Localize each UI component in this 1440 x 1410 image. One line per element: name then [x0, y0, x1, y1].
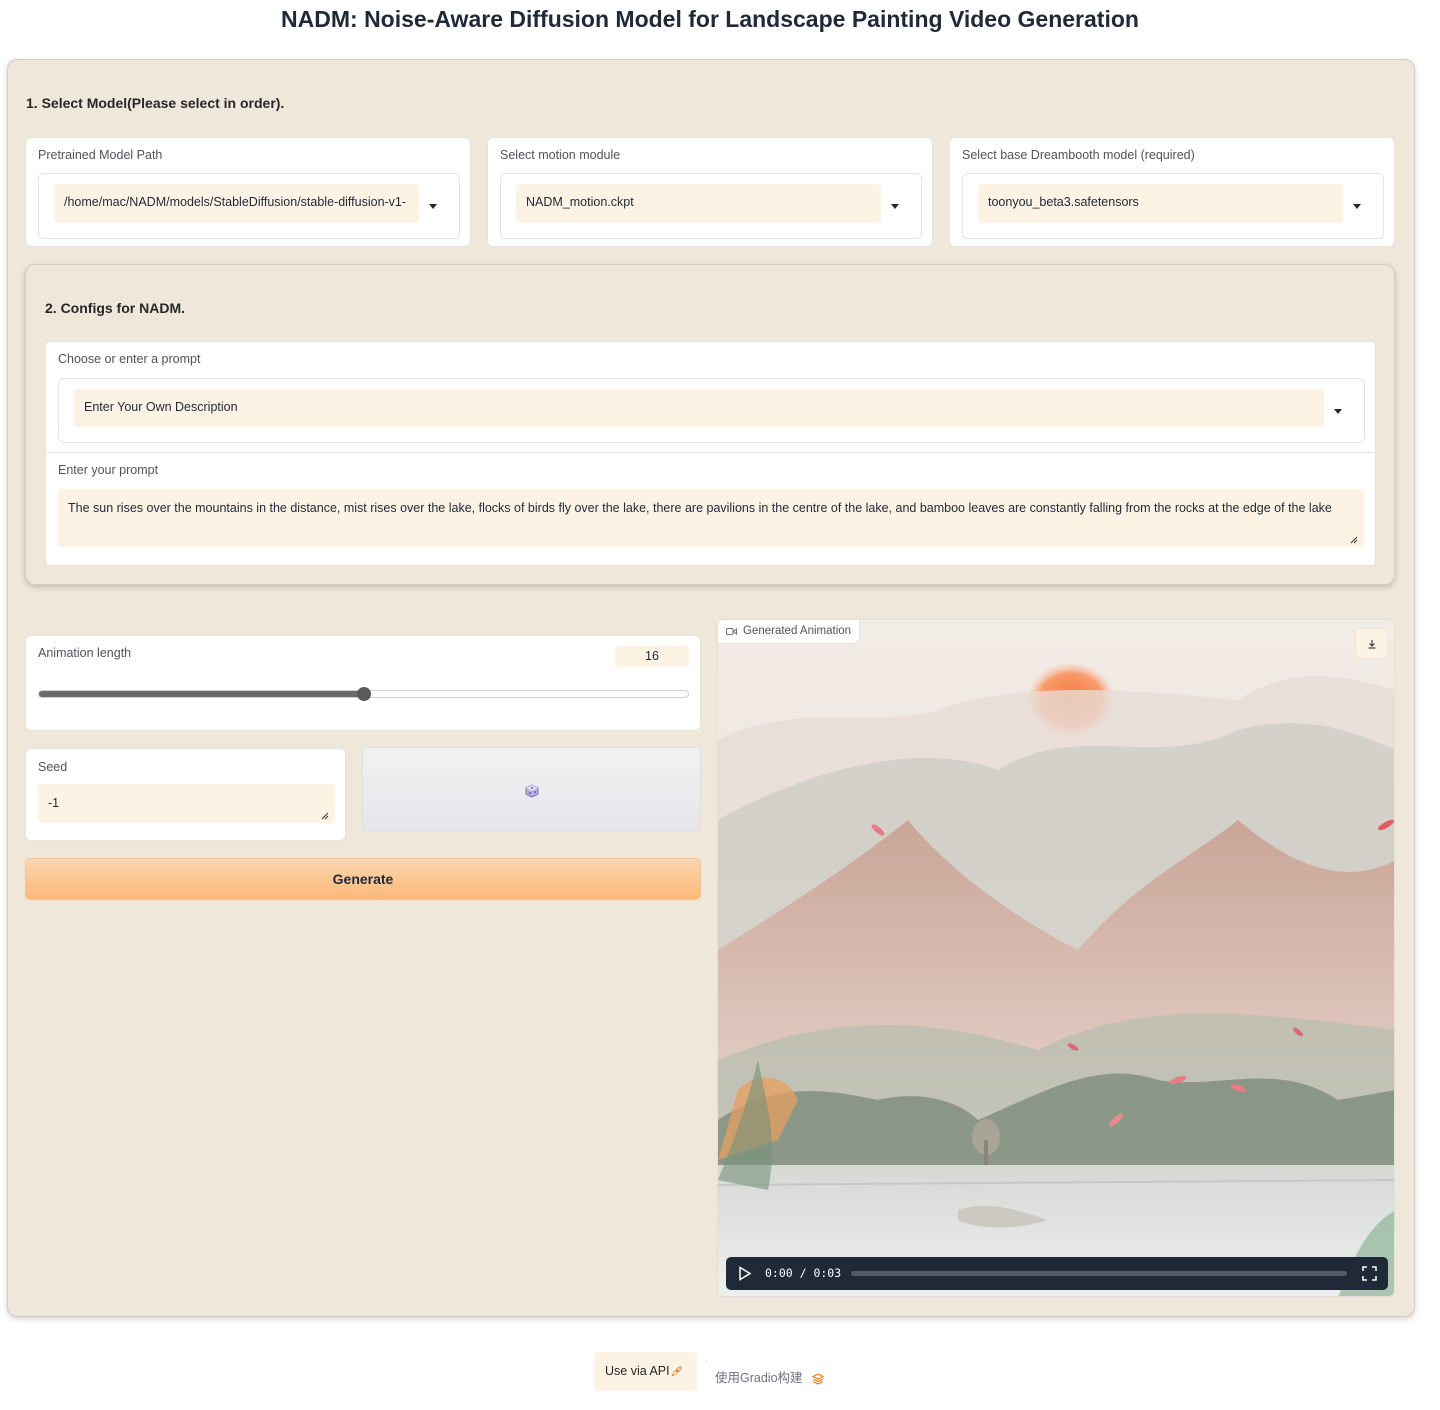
- seed-card: Seed -1: [25, 748, 346, 841]
- section-select-model-heading: 1. Select Model(Please select in order).: [26, 95, 285, 111]
- pretrained-model-value: /home/mac/NADM/models/StableDiffusion/st…: [54, 184, 419, 223]
- divider: [46, 452, 1375, 453]
- chevron-down-icon: [891, 204, 899, 209]
- play-icon[interactable]: [738, 1266, 752, 1281]
- motion-module-label: Select motion module: [500, 148, 621, 162]
- dreambooth-model-card: Select base Dreambooth model (required) …: [949, 137, 1395, 247]
- section-configs-heading: 2. Configs for NADM.: [45, 300, 185, 316]
- generate-button[interactable]: Generate: [25, 858, 701, 900]
- prompt-choice-label: Choose or enter a prompt: [58, 352, 201, 366]
- motion-module-value: NADM_motion.ckpt: [516, 184, 881, 223]
- resize-handle-icon[interactable]: [321, 812, 329, 820]
- prompt-choice-dropdown[interactable]: Enter Your Own Description: [58, 378, 1365, 443]
- dreambooth-model-dropdown[interactable]: toonyou_beta3.safetensors: [962, 173, 1384, 239]
- generated-animation-player: Generated Animation 0:00 / 0:03: [717, 619, 1395, 1297]
- seed-input[interactable]: -1: [38, 784, 335, 823]
- generated-animation-label: Generated Animation: [718, 620, 861, 644]
- seed-value: -1: [48, 796, 60, 810]
- chevron-down-icon: [429, 204, 437, 209]
- pretrained-model-card: Pretrained Model Path /home/mac/NADM/mod…: [25, 137, 471, 247]
- download-icon: [1368, 640, 1376, 649]
- configs-panel: 2. Configs for NADM. Choose or enter a p…: [25, 264, 1395, 585]
- built-with-gradio-link[interactable]: 使用Gradio构建: [715, 1367, 825, 1386]
- generated-animation-label-text: Generated Animation: [743, 625, 852, 637]
- pretrained-model-dropdown[interactable]: /home/mac/NADM/models/StableDiffusion/st…: [38, 173, 460, 239]
- video-camera-icon: [726, 627, 737, 636]
- rocket-icon: [671, 1366, 682, 1377]
- motion-module-card: Select motion module NADM_motion.ckpt: [487, 137, 933, 247]
- built-with-gradio-label: 使用Gradio构建: [715, 1371, 803, 1385]
- dice-icon: [525, 784, 539, 798]
- download-button[interactable]: [1355, 628, 1388, 659]
- animation-length-label: Animation length: [38, 646, 132, 660]
- landscape-painting-frame: [718, 620, 1394, 1296]
- video-time: 0:00 / 0:03: [765, 1266, 842, 1280]
- pretrained-model-label: Pretrained Model Path: [38, 148, 163, 162]
- slider-fill: [39, 691, 364, 697]
- use-via-api-label: Use via API: [605, 1364, 670, 1378]
- seed-label: Seed: [38, 760, 68, 774]
- dreambooth-model-value: toonyou_beta3.safetensors: [978, 184, 1343, 223]
- prompt-label: Enter your prompt: [58, 463, 159, 477]
- prompt-text: The sun rises over the mountains in the …: [68, 501, 1332, 515]
- animation-length-input[interactable]: 16: [615, 646, 689, 667]
- prompt-textarea[interactable]: The sun rises over the mountains in the …: [58, 489, 1364, 547]
- chevron-down-icon: [1334, 409, 1342, 414]
- slider-thumb[interactable]: [356, 687, 371, 701]
- random-seed-button[interactable]: [362, 747, 701, 832]
- fullscreen-icon[interactable]: [1362, 1266, 1377, 1281]
- resize-handle-icon[interactable]: [1350, 536, 1358, 544]
- use-via-api-button[interactable]: Use via API: [594, 1352, 697, 1391]
- prompt-choice-value: Enter Your Own Description: [74, 389, 1324, 427]
- animation-length-slider[interactable]: [38, 687, 689, 701]
- page-title: NADM: Noise-Aware Diffusion Model for La…: [281, 6, 1139, 32]
- dreambooth-model-label: Select base Dreambooth model (required): [962, 148, 1195, 162]
- video-progress-bar[interactable]: [851, 1271, 1347, 1276]
- prompt-card: Choose or enter a prompt Enter Your Own …: [45, 341, 1376, 566]
- chevron-down-icon: [1353, 204, 1361, 209]
- motion-module-dropdown[interactable]: NADM_motion.ckpt: [500, 173, 922, 239]
- video-controls: 0:00 / 0:03: [726, 1257, 1388, 1290]
- gradio-logo-icon: [812, 1373, 825, 1385]
- footer-separator: ·: [705, 1357, 708, 1366]
